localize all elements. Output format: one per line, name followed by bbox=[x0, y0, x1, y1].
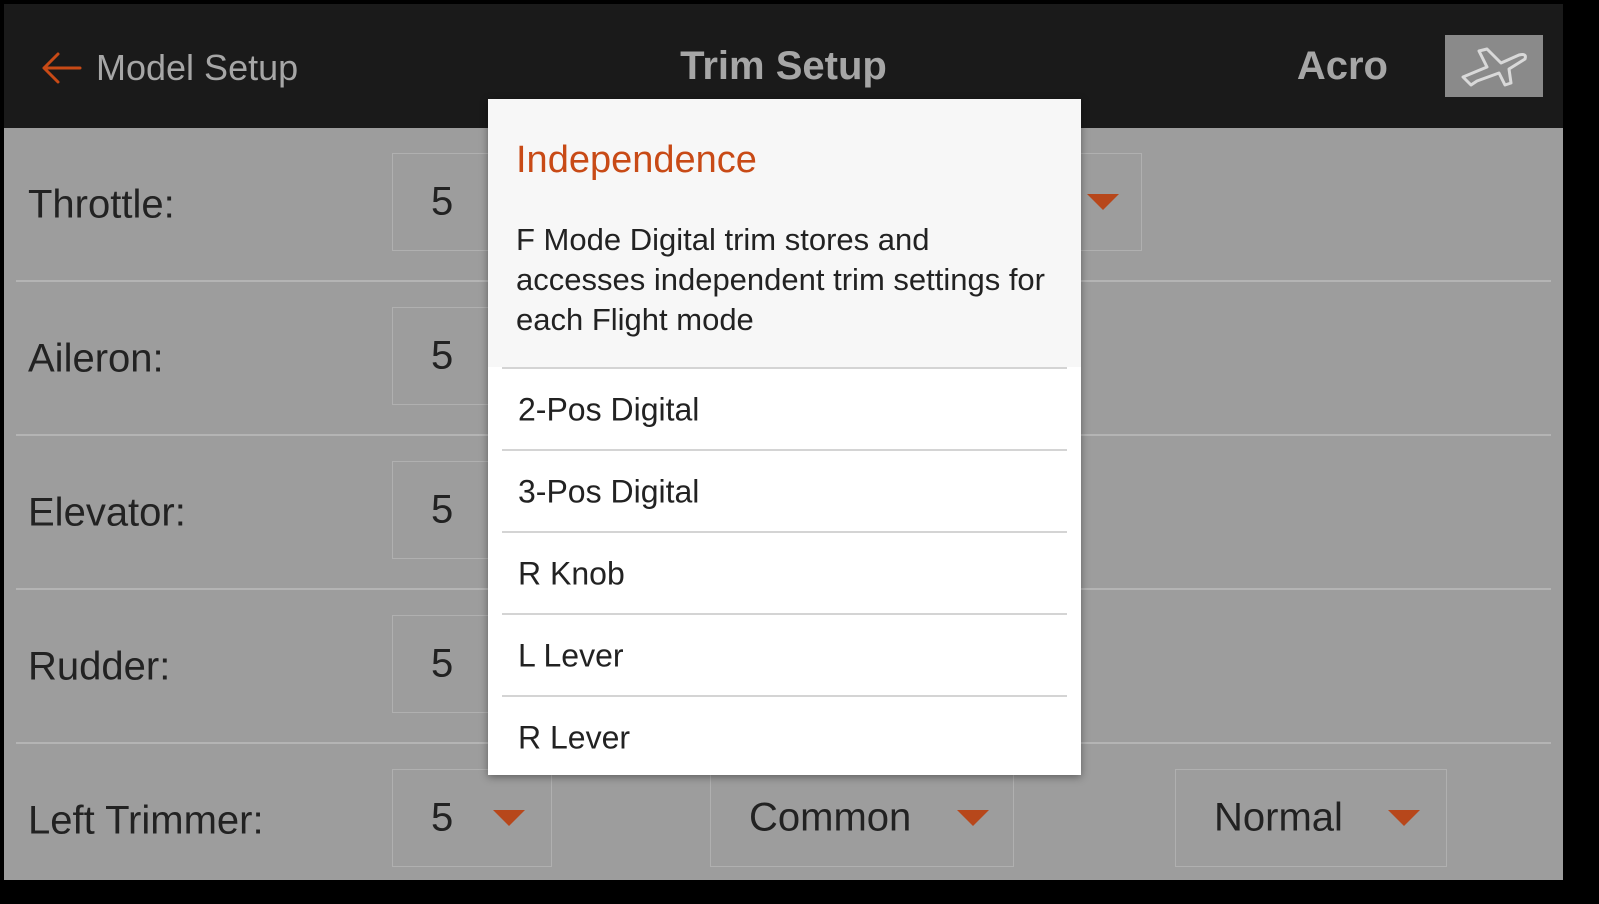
row-label: Aileron: bbox=[28, 336, 164, 381]
chevron-down-icon bbox=[957, 810, 989, 826]
option-label: 2-Pos Digital bbox=[518, 391, 700, 428]
model-select-button[interactable] bbox=[1445, 35, 1543, 97]
trim-step-value: 5 bbox=[431, 333, 454, 378]
option-r-lever[interactable]: R Lever bbox=[502, 695, 1067, 779]
option-r-knob[interactable]: R Knob bbox=[502, 531, 1067, 615]
dialog-header: Independence F Mode Digital trim stores … bbox=[488, 99, 1081, 367]
chevron-down-icon bbox=[493, 810, 525, 826]
option-3-pos-digital[interactable]: 3-Pos Digital bbox=[502, 449, 1067, 533]
row-label: Elevator: bbox=[28, 490, 186, 535]
selection-dialog: Independence F Mode Digital trim stores … bbox=[488, 99, 1081, 775]
trim-step-value: 5 bbox=[431, 641, 454, 686]
trim-step-value: 5 bbox=[431, 487, 454, 532]
chevron-down-icon bbox=[1087, 194, 1119, 210]
option-label: 3-Pos Digital bbox=[518, 473, 700, 510]
trim-direction-dropdown[interactable]: Normal bbox=[1175, 769, 1447, 867]
screen: Model Setup Trim Setup Acro Throttle: 5 … bbox=[4, 4, 1563, 880]
row-label: Rudder: bbox=[28, 644, 171, 689]
option-label: R Lever bbox=[518, 719, 631, 756]
airplane-icon bbox=[1461, 47, 1527, 87]
trim-step-value: 5 bbox=[431, 179, 454, 224]
trim-direction-value: Normal bbox=[1214, 795, 1343, 840]
model-type-label: Acro bbox=[1296, 44, 1388, 88]
option-l-lever[interactable]: L Lever bbox=[502, 613, 1067, 697]
trim-step-dropdown[interactable]: 5 bbox=[392, 769, 552, 867]
row-label: Left Trimmer: bbox=[28, 798, 264, 843]
option-label: R Knob bbox=[518, 555, 625, 592]
trim-mode-dropdown[interactable]: Common bbox=[710, 769, 1014, 867]
trim-mode-value: Common bbox=[749, 795, 912, 840]
option-label: L Lever bbox=[518, 637, 624, 674]
dialog-description: F Mode Digital trim stores and accesses … bbox=[516, 222, 1045, 337]
row-label: Throttle: bbox=[28, 182, 175, 227]
option-2-pos-digital[interactable]: 2-Pos Digital bbox=[502, 367, 1067, 451]
chevron-down-icon bbox=[1388, 810, 1420, 826]
dialog-title: Independence bbox=[516, 139, 757, 181]
trim-step-value: 5 bbox=[431, 795, 454, 840]
